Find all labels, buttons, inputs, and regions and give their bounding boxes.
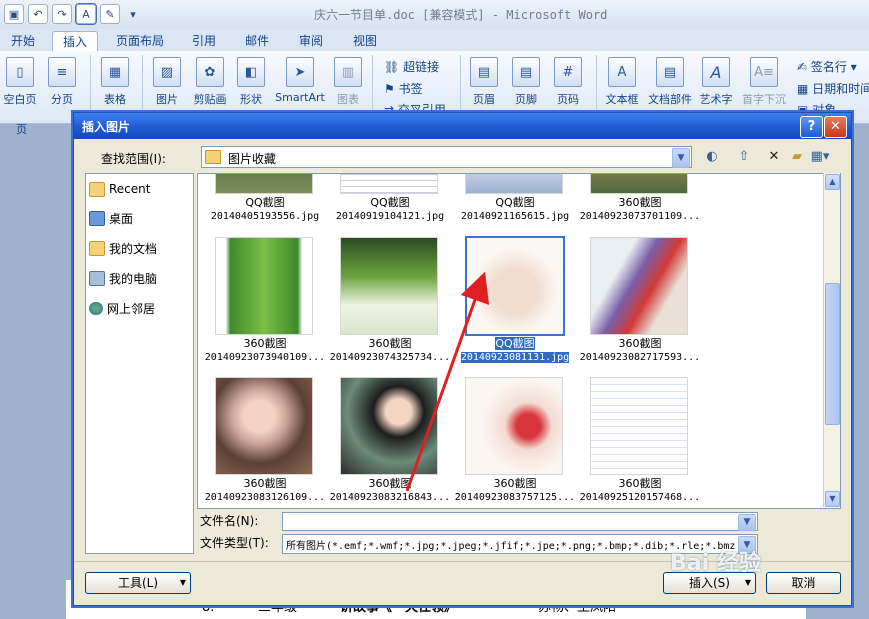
annotation-arrow (405, 271, 490, 492)
